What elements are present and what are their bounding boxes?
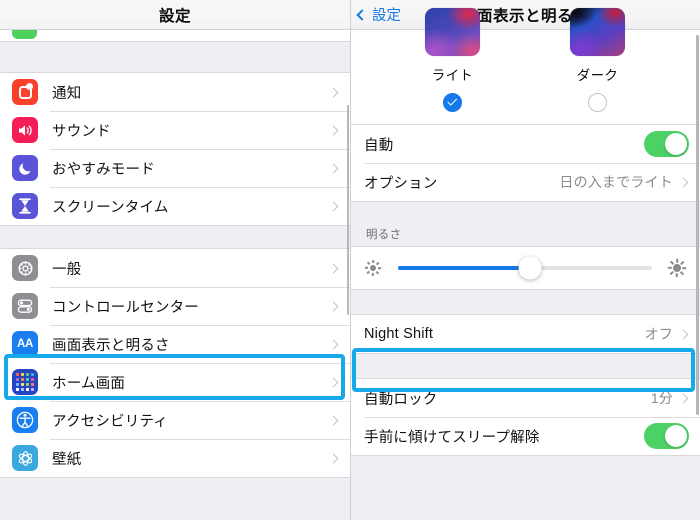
raise-to-wake-toggle[interactable]: [644, 423, 689, 449]
checkmark-icon: [447, 95, 458, 106]
general-gear-icon: [12, 255, 38, 281]
detail-gap-3: [350, 354, 700, 378]
sidebar-item-home-screen[interactable]: ホーム画面: [0, 363, 350, 401]
brightness-slider-row[interactable]: [350, 247, 700, 289]
chevron-right-icon: [328, 87, 339, 97]
home-screen-icon: [12, 369, 38, 395]
sidebar-title: 設定: [158, 7, 191, 25]
dark-wallpaper-thumbnail: [570, 8, 625, 56]
display-aa-icon: AA: [12, 331, 38, 357]
sidebar-item-display-and-brightness[interactable]: AA 画面表示と明るさ: [0, 325, 350, 363]
night-shift-label: Night Shift: [364, 326, 434, 342]
detail-gap-2: [350, 290, 700, 314]
display-and-brightness-pane: 設定 画面表示と明るさ ライト ダーク 自動 オプション 日の入までライト 明る…: [350, 0, 700, 520]
row-night-shift[interactable]: Night Shift オフ: [350, 315, 700, 353]
options-label: オプション: [364, 175, 438, 192]
dark-radio-unselected[interactable]: [588, 93, 607, 112]
detail-title: 画面表示と明るさ: [460, 7, 589, 25]
auto-lock-value: 1分: [650, 390, 673, 406]
brightness-slider-fill: [398, 266, 531, 270]
sidebar-item-control-center[interactable]: コントロールセンター: [0, 287, 350, 325]
sidebar-item-label: アクセシビリティ: [52, 413, 169, 430]
sidebar-header: 設定: [0, 0, 350, 30]
night-shift-group: Night Shift オフ: [350, 314, 700, 354]
sidebar-section-gap-2: [0, 226, 350, 248]
sidebar-item-wallpaper[interactable]: 壁紙: [0, 439, 350, 477]
chevron-right-icon: [328, 125, 339, 135]
brightness-slider-track[interactable]: [398, 256, 652, 280]
do-not-disturb-icon: [12, 155, 38, 181]
light-wallpaper-thumbnail: [425, 8, 480, 56]
chevron-right-icon: [328, 339, 339, 349]
settings-sidebar: 設定 通知 サウンド おやすみモード スクリーンタイム 一般 コントロールセンタ…: [0, 0, 350, 520]
night-shift-value: オフ: [644, 326, 673, 342]
options-value: 日の入までライト: [559, 174, 673, 190]
sidebar-item-label: おやすみモード: [52, 161, 155, 178]
row-automatic[interactable]: 自動: [350, 125, 700, 163]
chevron-right-icon: [328, 453, 339, 463]
appearance-option-light[interactable]: ライト: [405, 8, 500, 112]
wallpaper-icon: [12, 445, 38, 471]
brightness-high-icon: [667, 258, 687, 278]
brightness-section-header: 明るさ: [350, 224, 700, 246]
chevron-right-icon: [328, 415, 339, 425]
lock-settings-group: 自動ロック 1分 手前に傾けてスリープ解除: [350, 378, 700, 456]
sidebar-item-label: 画面表示と明るさ: [52, 337, 170, 354]
appearance-light-label: ライト: [431, 68, 474, 83]
screen-time-icon: [12, 193, 38, 219]
sidebar-group-2: 一般 コントロールセンター AA 画面表示と明るさ ホーム画面 アクセシビリティ…: [0, 248, 350, 478]
sidebar-item-general[interactable]: 一般: [0, 249, 350, 287]
chevron-right-icon: [678, 329, 689, 339]
sidebar-item-accessibility[interactable]: アクセシビリティ: [0, 401, 350, 439]
auto-lock-label: 自動ロック: [364, 391, 438, 408]
notification-icon: [12, 79, 38, 105]
row-auto-lock[interactable]: 自動ロック 1分: [350, 379, 700, 417]
chevron-right-icon: [328, 163, 339, 173]
chevron-right-icon: [678, 393, 689, 403]
accessibility-icon: [12, 407, 38, 433]
detail-gap-1: [350, 202, 700, 224]
sound-icon: [12, 117, 38, 143]
sidebar-item-label: 通知: [52, 85, 82, 102]
control-center-icon: [12, 293, 38, 319]
chevron-right-icon: [328, 201, 339, 211]
sidebar-group-1: 通知 サウンド おやすみモード スクリーンタイム: [0, 72, 350, 226]
chevron-right-icon: [678, 177, 689, 187]
sidebar-item-label: サウンド: [52, 123, 111, 140]
sidebar-item-label: スクリーンタイム: [52, 199, 169, 216]
row-raise-to-wake[interactable]: 手前に傾けてスリープ解除: [350, 417, 700, 455]
sidebar-item-do-not-disturb[interactable]: おやすみモード: [0, 149, 350, 187]
appearance-dark-label: ダーク: [576, 68, 619, 83]
sidebar-scrollbar[interactable]: [346, 105, 349, 315]
sidebar-item-label: ホーム画面: [52, 375, 126, 392]
pane-divider: [350, 0, 351, 520]
chevron-right-icon: [328, 263, 339, 273]
brightness-group: [350, 246, 700, 290]
sidebar-clipped-row[interactable]: [0, 30, 350, 42]
sidebar-section-gap-1: [0, 42, 350, 72]
sidebar-item-label: 一般: [52, 261, 82, 278]
row-options[interactable]: オプション 日の入までライト: [350, 163, 700, 201]
sidebar-item-notifications[interactable]: 通知: [0, 73, 350, 111]
brightness-slider-handle[interactable]: [518, 256, 542, 280]
automatic-label: 自動: [364, 137, 394, 154]
raise-to-wake-label: 手前に傾けてスリープ解除: [364, 429, 540, 446]
sidebar-item-screen-time[interactable]: スクリーンタイム: [0, 187, 350, 225]
ipad-settings-screen: 設定 通知 サウンド おやすみモード スクリーンタイム 一般 コントロールセンタ…: [0, 0, 700, 520]
chevron-right-icon: [328, 301, 339, 311]
appearance-selector: ライト ダーク: [350, 8, 700, 125]
clipped-green-icon: [12, 30, 37, 39]
detail-header: 設定 画面表示と明るさ: [350, 0, 700, 30]
automatic-toggle[interactable]: [644, 131, 689, 157]
sidebar-item-label: コントロールセンター: [52, 299, 199, 316]
sidebar-item-sounds[interactable]: サウンド: [0, 111, 350, 149]
sidebar-item-label: 壁紙: [52, 451, 82, 468]
appearance-option-dark[interactable]: ダーク: [550, 8, 645, 112]
light-radio-selected[interactable]: [443, 93, 462, 112]
brightness-low-icon: [364, 259, 382, 277]
appearance-settings-group: 自動 オプション 日の入までライト: [350, 125, 700, 202]
detail-scrollbar[interactable]: [696, 35, 699, 415]
chevron-right-icon: [328, 377, 339, 387]
